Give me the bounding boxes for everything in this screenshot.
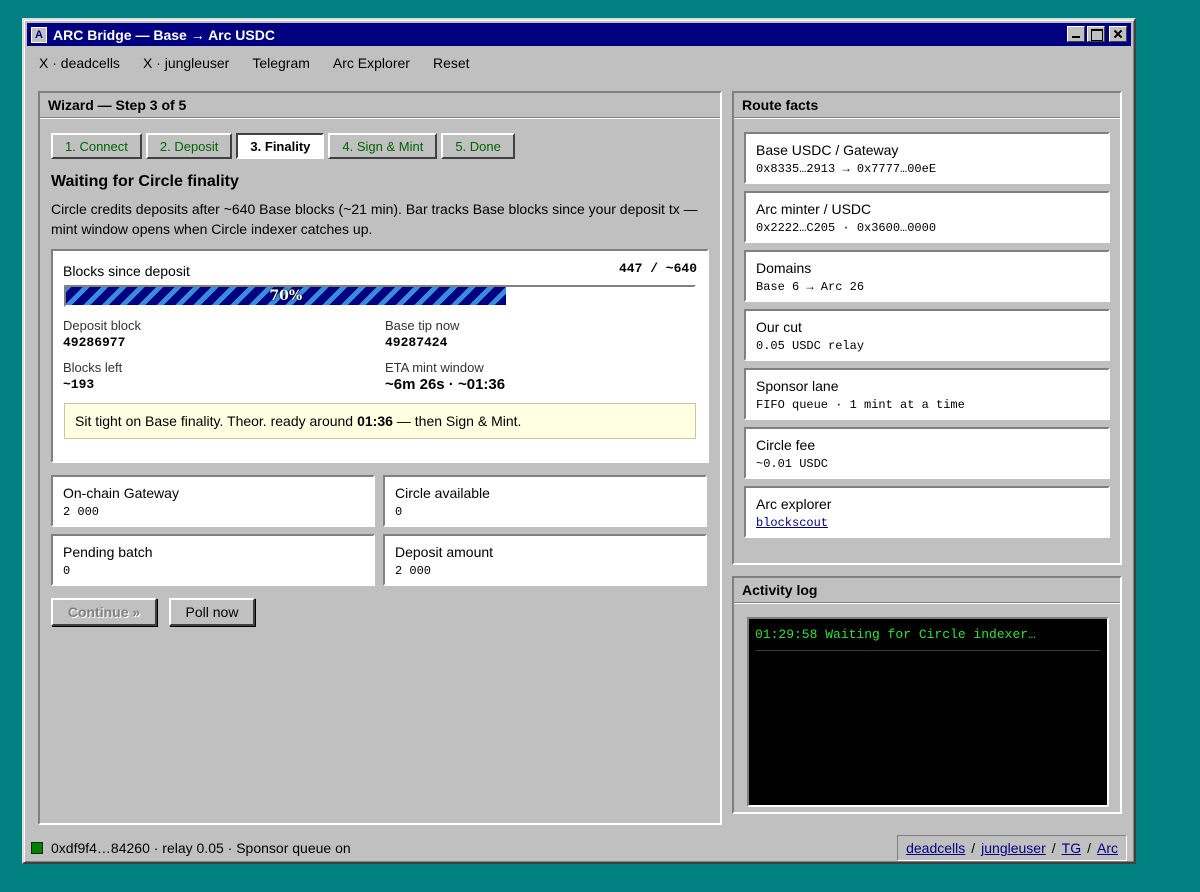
menu-item-arc-explorer[interactable]: Arc Explorer	[333, 55, 410, 71]
menu-item-x-jungleuser[interactable]: X · jungleuser	[143, 55, 229, 71]
stat-value: 2 000	[395, 564, 432, 578]
status-info: 0xdf9f4…84260 · relay 0.05 · Sponsor que…	[31, 835, 351, 861]
base-tip-label: Base tip now	[385, 318, 460, 333]
step-heading: Waiting for Circle finality	[51, 173, 239, 190]
step-tab-done[interactable]: 5. Done	[441, 133, 515, 159]
link-separator: /	[1051, 840, 1056, 856]
fact-value: 0x8335…2913 → 0x7777…00eE	[756, 162, 937, 176]
step-tab-connect[interactable]: 1. Connect	[51, 133, 142, 159]
activity-log-header: Activity log	[734, 578, 1120, 603]
stat-onchain-gateway: On-chain Gateway 2 000	[51, 475, 375, 527]
app-icon: A	[31, 26, 47, 43]
fact-label: Arc minter / USDC	[756, 201, 872, 217]
route-facts-panel: Route facts Base USDC / Gateway 0x8335…2…	[732, 91, 1122, 565]
activity-log-panel: Activity log 01:29:58 Waiting for Circle…	[732, 576, 1122, 814]
blocks-card: Blocks since deposit 447 / ~640 70% Depo…	[51, 249, 709, 463]
status-bar: 0xdf9f4…84260 · relay 0.05 · Sponsor que…	[27, 835, 1131, 861]
wizard-panel: Wizard — Step 3 of 5 1. Connect 2. Depos…	[38, 91, 722, 825]
wizard-header: Wizard — Step 3 of 5	[40, 93, 720, 118]
stat-value: 0	[395, 505, 403, 519]
stat-value: 2 000	[63, 505, 100, 519]
stat-value: 0	[63, 564, 71, 578]
activity-console[interactable]: 01:29:58 Waiting for Circle indexer…	[747, 617, 1109, 807]
status-led-icon	[31, 842, 43, 854]
stat-pending-batch: Pending batch 0	[51, 534, 375, 586]
blocks-left-label: Blocks left	[63, 360, 123, 375]
fact-value: Base 6 → Arc 26	[756, 280, 865, 294]
log-line: 01:29:58 Waiting for Circle indexer…	[755, 627, 1101, 651]
app-window: A ARC Bridge — Base → Arc USDC X · deadc…	[22, 18, 1136, 864]
finality-notice: Sit tight on Base finality. Theor. ready…	[64, 403, 696, 439]
stat-circle-available: Circle available 0	[383, 475, 707, 527]
fact-domains: Domains Base 6 → Arc 26	[744, 250, 1110, 302]
deposit-block-label: Deposit block	[63, 318, 142, 333]
eta-label: ETA mint window	[385, 360, 484, 375]
status-link-deadcells[interactable]: deadcells	[906, 840, 965, 856]
status-links: deadcells / jungleuser / TG / Arc	[897, 835, 1127, 861]
base-tip-value: 49287424	[385, 335, 448, 350]
blocks-label: Blocks since deposit	[63, 263, 190, 279]
step-tab-deposit[interactable]: 2. Deposit	[145, 133, 233, 159]
notice-text-start: Sit tight on Base finality. Theor. ready…	[75, 413, 354, 429]
fact-label: Base USDC / Gateway	[756, 142, 899, 158]
close-button[interactable]	[1109, 26, 1127, 42]
minimize-button[interactable]	[1067, 26, 1085, 42]
notice-text-end: — then Sign & Mint.	[396, 413, 522, 429]
fact-value: ~0.01 USDC	[756, 457, 829, 471]
blocks-count: 447 / ~640	[618, 261, 697, 276]
deposit-block-value: 49286977	[63, 335, 126, 350]
status-link-tg[interactable]: TG	[1062, 840, 1081, 856]
fact-label: Circle fee	[756, 437, 816, 453]
window-controls	[1067, 26, 1127, 42]
fact-our-cut: Our cut 0.05 USDC relay	[744, 309, 1110, 361]
continue-button[interactable]: Continue »	[51, 598, 157, 626]
link-separator: /	[1087, 840, 1091, 856]
blocks-progress-bar: 70%	[64, 285, 696, 307]
notice-time: 01:36	[357, 413, 393, 429]
fact-value: 0x2222…C205 · 0x3600…0000	[756, 221, 937, 235]
step-description: Circle credits deposits after ~640 Base …	[51, 201, 698, 237]
step-tab-sign-mint[interactable]: 4. Sign & Mint	[328, 133, 438, 159]
fact-label: Arc explorer	[756, 496, 832, 512]
stat-label: Circle available	[395, 485, 490, 501]
blockscout-link[interactable]: blockscout	[756, 516, 828, 530]
route-facts-header: Route facts	[734, 93, 1120, 118]
fact-label: Domains	[756, 260, 812, 276]
stat-label: On-chain Gateway	[63, 485, 179, 501]
stat-deposit-amount: Deposit amount 2 000	[383, 534, 707, 586]
status-text: 0xdf9f4…84260 · relay 0.05 · Sponsor que…	[51, 840, 351, 856]
window-title: ARC Bridge — Base → Arc USDC	[53, 26, 275, 43]
title-bar[interactable]: A ARC Bridge — Base → Arc USDC	[27, 23, 1131, 46]
link-separator: /	[971, 840, 976, 856]
menu-item-telegram[interactable]: Telegram	[252, 55, 310, 71]
step-tabs: 1. Connect 2. Deposit 3. Finality 4. Sig…	[51, 133, 515, 159]
stat-label: Deposit amount	[395, 544, 494, 560]
maximize-button[interactable]	[1087, 26, 1105, 42]
poll-now-button[interactable]: Poll now	[169, 598, 255, 626]
menu-bar: X · deadcells X · jungleuser Telegram Ar…	[27, 49, 1131, 77]
fact-arc-explorer: Arc explorer blockscout	[744, 486, 1110, 538]
menu-item-reset[interactable]: Reset	[433, 55, 470, 71]
fact-base-usdc-gateway: Base USDC / Gateway 0x8335…2913 → 0x7777…	[744, 132, 1110, 184]
blocks-left-value: ~193	[63, 377, 95, 392]
fact-value: 0.05 USDC relay	[756, 339, 865, 353]
fact-circle-fee: Circle fee ~0.01 USDC	[744, 427, 1110, 479]
status-link-jungleuser[interactable]: jungleuser	[981, 840, 1046, 856]
fact-label: Our cut	[756, 319, 802, 335]
eta-value: ~6m 26s · ~01:36	[385, 376, 506, 393]
fact-value: FIFO queue · 1 mint at a time	[756, 398, 965, 412]
fact-arc-minter-usdc: Arc minter / USDC 0x2222…C205 · 0x3600…0…	[744, 191, 1110, 243]
stat-label: Pending batch	[63, 544, 153, 560]
progress-percent: 70%	[269, 288, 303, 304]
status-link-arc[interactable]: Arc	[1097, 840, 1118, 856]
step-tab-finality[interactable]: 3. Finality	[236, 133, 325, 159]
fact-sponsor-lane: Sponsor lane FIFO queue · 1 mint at a ti…	[744, 368, 1110, 420]
fact-label: Sponsor lane	[756, 378, 839, 394]
menu-item-x-deadcells[interactable]: X · deadcells	[39, 55, 120, 71]
